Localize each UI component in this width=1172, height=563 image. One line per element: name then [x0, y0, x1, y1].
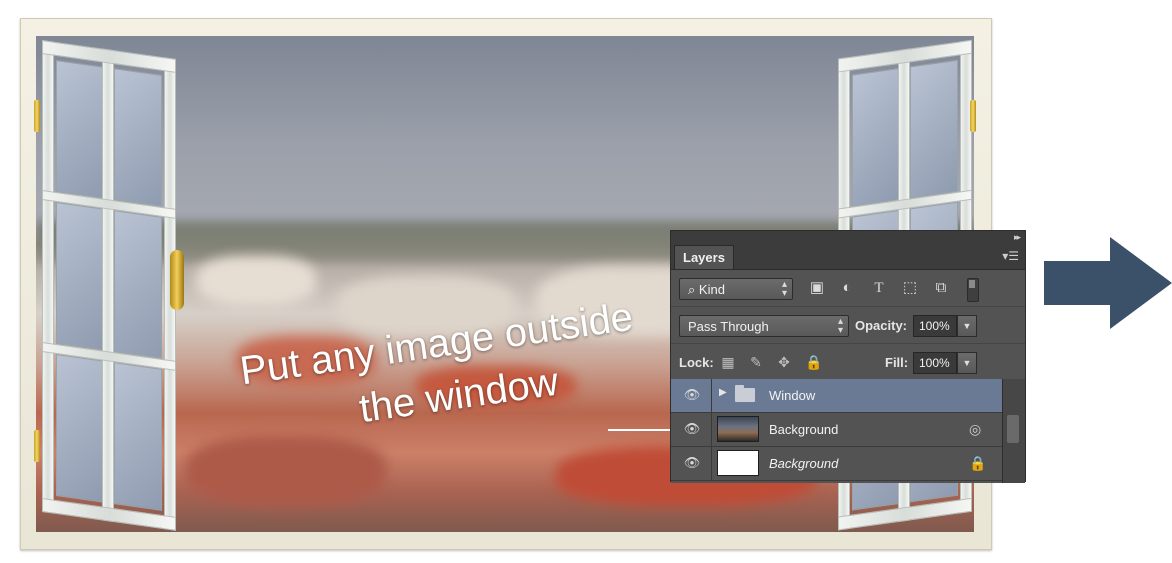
search-icon: ⌕ [688, 282, 696, 297]
visibility-eye-icon[interactable]: 👁 [679, 421, 705, 437]
blend-mode-select[interactable]: Pass Through ▴ ▾ [679, 315, 849, 337]
blend-row: Pass Through ▴ ▾ Opacity: 100% ▼ [671, 307, 1025, 344]
layer-row-background-locked[interactable]: 👁 Background 🔒 [671, 447, 1003, 481]
panel-tab-bar: Layers ▾☰ [671, 245, 1025, 270]
filter-toggle-switch[interactable] [967, 278, 979, 302]
layer-name: Background [769, 422, 839, 437]
lock-label: Lock: [679, 355, 714, 370]
window-handle [170, 250, 184, 310]
scrollbar-thumb[interactable] [1007, 415, 1019, 443]
panel-title-strip: ▸▸ [671, 231, 1025, 245]
smart-object-filter-icon[interactable]: ⧉ [931, 278, 951, 298]
left-window-shutter [42, 40, 182, 560]
layers-panel: ▸▸ Layers ▾☰ ⌕ Kind ▴ ▾ ▣ ◐ T ⬚ ⧉ Pass Th… [670, 230, 1026, 483]
layer-thumbnail [717, 416, 759, 442]
panel-menu-icon[interactable]: ▾☰ [1002, 249, 1019, 263]
blend-mode-value: Pass Through [688, 319, 769, 334]
lock-all-icon[interactable]: 🔒 [805, 353, 823, 371]
city-block [196, 256, 316, 306]
layer-row-window[interactable]: 👁 ▶ Window [671, 379, 1003, 413]
lock-image-icon[interactable]: ✎ [747, 353, 765, 371]
smart-filter-icon: ◎ [969, 421, 982, 437]
chevron-updown-icon: ▴ ▾ [781, 279, 787, 299]
fill-input[interactable]: 100% [913, 352, 957, 374]
folder-icon [735, 385, 755, 402]
adjustment-filter-icon[interactable]: ◐ [837, 278, 857, 298]
image-filter-icon[interactable]: ▣ [807, 278, 827, 298]
lock-transparent-icon[interactable]: ▦ [719, 353, 737, 371]
layer-name: Window [769, 388, 816, 403]
shape-filter-icon[interactable]: ⬚ [900, 278, 920, 298]
lock-icon: 🔒 [969, 455, 987, 471]
opacity-dropdown-button[interactable]: ▼ [957, 315, 977, 337]
right-arrow-icon [1044, 237, 1172, 329]
type-filter-icon[interactable]: T [869, 278, 889, 298]
visibility-eye-icon[interactable]: 👁 [679, 387, 705, 403]
opacity-label: Opacity: [855, 318, 908, 333]
hinge-icon [970, 100, 976, 132]
pointer-arrow-icon [608, 424, 678, 436]
layers-scrollbar[interactable] [1002, 379, 1025, 483]
layer-filter-row: ⌕ Kind ▴ ▾ ▣ ◐ T ⬚ ⧉ [671, 270, 1025, 307]
lock-position-icon[interactable]: ✥ [775, 353, 793, 371]
opacity-input[interactable]: 100% [913, 315, 957, 337]
lock-row: Lock: ▦ ✎ ✥ 🔒 Fill: 100% ▼ [671, 344, 1025, 381]
layers-list: 👁 ▶ Window 👁 Background ◎ 👁 Background 🔒 [671, 379, 1003, 483]
fill-label: Fill: [885, 355, 909, 370]
hinge-icon [34, 430, 40, 462]
disclosure-triangle-icon[interactable]: ▶ [719, 387, 727, 398]
hinge-icon [34, 100, 40, 132]
layer-name: Background [769, 456, 839, 471]
chevron-updown-icon: ▴ ▾ [837, 316, 843, 336]
tab-layers[interactable]: Layers [674, 245, 734, 269]
filter-kind-value: Kind [698, 282, 725, 297]
visibility-eye-icon[interactable]: 👁 [679, 455, 705, 471]
collapse-panel-icon[interactable]: ▸▸ [1014, 232, 1021, 243]
layer-thumbnail [717, 450, 759, 476]
fill-dropdown-button[interactable]: ▼ [957, 352, 977, 374]
filter-kind-select[interactable]: ⌕ Kind ▴ ▾ [679, 278, 793, 300]
layer-row-background-smart[interactable]: 👁 Background ◎ [671, 413, 1003, 447]
